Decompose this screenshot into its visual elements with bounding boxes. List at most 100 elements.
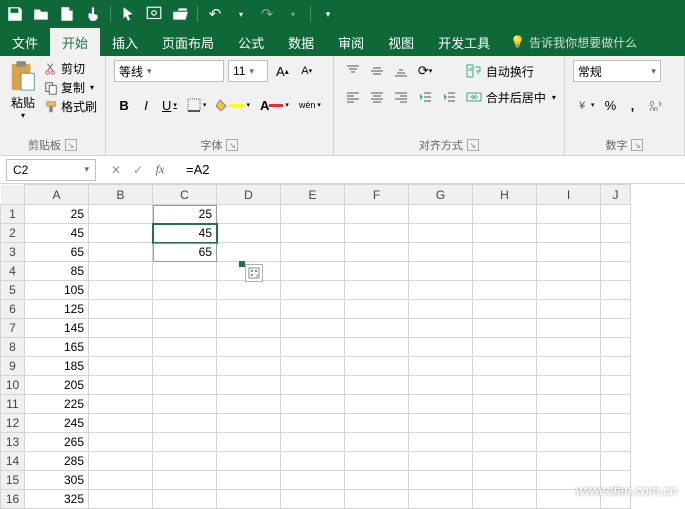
cell-I3[interactable] [537, 243, 601, 262]
cell-A11[interactable]: 225 [25, 395, 89, 414]
cell-A14[interactable]: 285 [25, 452, 89, 471]
cell-J10[interactable] [601, 376, 631, 395]
col-header-D[interactable]: D [217, 185, 281, 205]
align-middle-button[interactable] [366, 60, 388, 82]
cell-J8[interactable] [601, 338, 631, 357]
save-icon[interactable] [6, 5, 24, 23]
cell-F12[interactable] [345, 414, 409, 433]
cell-F3[interactable] [345, 243, 409, 262]
cell-B11[interactable] [89, 395, 153, 414]
row-header-4[interactable]: 4 [1, 262, 25, 281]
cell-I10[interactable] [537, 376, 601, 395]
bold-button[interactable]: B [114, 94, 134, 116]
merge-center-button[interactable]: 合并后居中▾ [466, 86, 556, 108]
percent-button[interactable]: % [600, 94, 620, 116]
cell-H13[interactable] [473, 433, 537, 452]
cell-A12[interactable]: 245 [25, 414, 89, 433]
cell-J15[interactable] [601, 471, 631, 490]
cell-C5[interactable] [153, 281, 217, 300]
cell-J14[interactable] [601, 452, 631, 471]
cell-F16[interactable] [345, 490, 409, 509]
cell-J1[interactable] [601, 205, 631, 224]
cell-J13[interactable] [601, 433, 631, 452]
cell-I8[interactable] [537, 338, 601, 357]
open-quick-icon[interactable] [32, 5, 50, 23]
cell-J3[interactable] [601, 243, 631, 262]
cell-E9[interactable] [281, 357, 345, 376]
cell-F14[interactable] [345, 452, 409, 471]
row-header-9[interactable]: 9 [1, 357, 25, 376]
cell-A9[interactable]: 185 [25, 357, 89, 376]
cell-D12[interactable] [217, 414, 281, 433]
col-header-C[interactable]: C [153, 185, 217, 205]
row-header-12[interactable]: 12 [1, 414, 25, 433]
cell-C14[interactable] [153, 452, 217, 471]
cell-I7[interactable] [537, 319, 601, 338]
cell-G5[interactable] [409, 281, 473, 300]
cell-G15[interactable] [409, 471, 473, 490]
cell-C1[interactable]: 25 [153, 205, 217, 224]
cell-E7[interactable] [281, 319, 345, 338]
decrease-indent-button[interactable] [414, 86, 436, 108]
cell-H9[interactable] [473, 357, 537, 376]
cell-G4[interactable] [409, 262, 473, 281]
select-all-corner[interactable] [1, 185, 25, 205]
pointer-icon[interactable] [119, 5, 137, 23]
cell-G8[interactable] [409, 338, 473, 357]
cell-G13[interactable] [409, 433, 473, 452]
cell-H16[interactable] [473, 490, 537, 509]
touch-icon[interactable] [84, 5, 102, 23]
font-name-combo[interactable]: 等线▾ [114, 60, 224, 82]
cell-I2[interactable] [537, 224, 601, 243]
cell-E14[interactable] [281, 452, 345, 471]
cell-E10[interactable] [281, 376, 345, 395]
cell-H1[interactable] [473, 205, 537, 224]
orientation-button[interactable]: ⟳▾ [414, 60, 436, 82]
cell-F11[interactable] [345, 395, 409, 414]
cell-C8[interactable] [153, 338, 217, 357]
cell-F4[interactable] [345, 262, 409, 281]
cell-F2[interactable] [345, 224, 409, 243]
cell-J5[interactable] [601, 281, 631, 300]
decrease-font-button[interactable]: A▾ [297, 60, 317, 82]
cell-C4[interactable] [153, 262, 217, 281]
cell-F5[interactable] [345, 281, 409, 300]
cell-F15[interactable] [345, 471, 409, 490]
cell-C13[interactable] [153, 433, 217, 452]
increase-indent-button[interactable] [438, 86, 460, 108]
col-header-E[interactable]: E [281, 185, 345, 205]
cell-J16[interactable] [601, 490, 631, 509]
cancel-formula-icon[interactable]: ✕ [108, 162, 124, 178]
cell-H2[interactable] [473, 224, 537, 243]
tab-formulas[interactable]: 公式 [226, 28, 276, 56]
tab-developer[interactable]: 开发工具 [426, 28, 502, 56]
cell-G1[interactable] [409, 205, 473, 224]
fill-color-button[interactable]: ▾ [212, 94, 254, 116]
italic-button[interactable]: I [136, 94, 156, 116]
cell-A7[interactable]: 145 [25, 319, 89, 338]
align-right-button[interactable] [390, 86, 412, 108]
cell-D7[interactable] [217, 319, 281, 338]
cell-J11[interactable] [601, 395, 631, 414]
fx-icon[interactable]: fx [152, 162, 168, 178]
cell-E8[interactable] [281, 338, 345, 357]
cell-F13[interactable] [345, 433, 409, 452]
cell-J2[interactable] [601, 224, 631, 243]
col-header-A[interactable]: A [25, 185, 89, 205]
cell-H7[interactable] [473, 319, 537, 338]
cell-F6[interactable] [345, 300, 409, 319]
cell-I4[interactable] [537, 262, 601, 281]
name-box[interactable]: C2▾ [6, 159, 96, 181]
cell-G16[interactable] [409, 490, 473, 509]
tab-data[interactable]: 数据 [276, 28, 326, 56]
clipboard-launcher-icon[interactable]: ↘ [65, 139, 77, 151]
cell-D8[interactable] [217, 338, 281, 357]
cell-G14[interactable] [409, 452, 473, 471]
cell-G6[interactable] [409, 300, 473, 319]
undo-dd-icon[interactable]: ▾ [232, 5, 250, 23]
cell-G2[interactable] [409, 224, 473, 243]
col-header-G[interactable]: G [409, 185, 473, 205]
cell-C16[interactable] [153, 490, 217, 509]
increase-decimal-button[interactable]: .0.00 [644, 94, 666, 116]
border-button[interactable]: ▾ [183, 94, 211, 116]
